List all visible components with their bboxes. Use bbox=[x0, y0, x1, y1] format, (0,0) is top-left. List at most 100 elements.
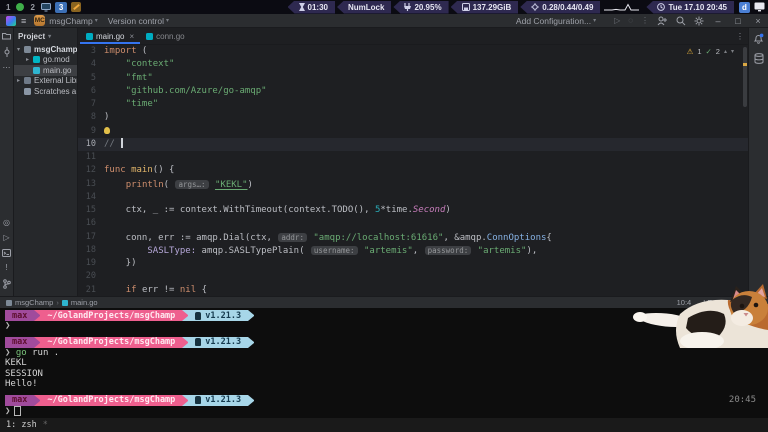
code-line-11[interactable]: 11 bbox=[78, 151, 748, 164]
inspections-widget[interactable]: ⚠1 ✓2 ▴ ▾ bbox=[687, 47, 734, 56]
tree-item-main-go[interactable]: main.go bbox=[14, 65, 77, 76]
line-number: 13 bbox=[78, 178, 104, 191]
terminal-command-line[interactable]: ❯ bbox=[5, 406, 768, 417]
tab-options-icon[interactable]: ⋮ bbox=[736, 32, 744, 41]
prev-issue-icon[interactable]: ▴ bbox=[724, 48, 727, 55]
code-line-14[interactable]: 14 bbox=[78, 191, 748, 204]
breadcrumb-root[interactable]: msgChamp bbox=[15, 298, 53, 307]
tray-display-icon[interactable] bbox=[754, 2, 765, 12]
code-line-6[interactable]: 6 "github.com/Azure/go-amqp" bbox=[78, 85, 748, 98]
code-line-15[interactable]: 15 ctx, _ := context.WithTimeout(context… bbox=[78, 204, 748, 217]
editor-scrollbar[interactable] bbox=[742, 45, 748, 296]
command-args: run . bbox=[27, 348, 60, 358]
more-tools-icon[interactable]: ⋯ bbox=[3, 64, 11, 72]
tray-d-icon[interactable]: d bbox=[739, 2, 750, 13]
scrollbar-thumb[interactable] bbox=[743, 47, 747, 107]
project-selector[interactable]: msgChamp▾ bbox=[49, 16, 97, 26]
goland-logo-icon bbox=[6, 16, 16, 26]
run-button[interactable]: ▷ bbox=[614, 16, 620, 25]
run-config-selector[interactable]: Add Configuration...▾ bbox=[516, 16, 596, 26]
code-with-me-icon[interactable] bbox=[657, 16, 668, 26]
vcs-widget[interactable]: Version control▾ bbox=[108, 16, 169, 26]
command-text: go bbox=[10, 348, 26, 358]
code-line-7[interactable]: 7 "time" bbox=[78, 98, 748, 111]
terminal-output-line: KEKL bbox=[5, 358, 768, 369]
tree-item-external-libr[interactable]: ▸External Libr bbox=[14, 76, 77, 87]
commit-tool-icon[interactable] bbox=[3, 47, 11, 57]
plug-icon bbox=[404, 3, 411, 11]
tab-conn.go[interactable]: conn.go bbox=[140, 28, 190, 44]
close-button[interactable]: × bbox=[752, 16, 764, 26]
clock-icon bbox=[657, 3, 665, 11]
run-tool-icon[interactable]: ▷ bbox=[3, 234, 9, 242]
breadcrumb-file[interactable]: main.go bbox=[71, 298, 98, 307]
debug-button[interactable]: ◌ bbox=[628, 16, 633, 25]
code-editor[interactable]: 3import (4 "context"5 "fmt"6 "github.com… bbox=[78, 45, 748, 296]
line-number: 15 bbox=[78, 204, 104, 217]
code-line-19[interactable]: 19 }) bbox=[78, 257, 748, 270]
code-line-10[interactable]: 10// bbox=[78, 138, 748, 151]
workspace-1[interactable]: 1 bbox=[4, 3, 12, 12]
line-number: 5 bbox=[78, 72, 104, 85]
tmux-window-label[interactable]: 1: zsh bbox=[6, 420, 37, 430]
tree-chevron-icon[interactable]: ▸ bbox=[17, 77, 23, 84]
run-with-coverage-icon[interactable]: ◎ bbox=[3, 219, 10, 227]
gofile-icon bbox=[33, 67, 40, 74]
maximize-button[interactable]: □ bbox=[732, 16, 744, 26]
folder-icon bbox=[6, 300, 12, 306]
code-line-9[interactable]: 9 bbox=[78, 125, 748, 138]
code-line-13[interactable]: 13 println( args…: "KEKL") bbox=[78, 178, 748, 191]
code-line-17[interactable]: 17 conn, err := amqp.Dial(ctx, addr: "am… bbox=[78, 231, 748, 244]
database-tool-icon[interactable] bbox=[754, 53, 764, 64]
terminal-tool-icon[interactable] bbox=[2, 249, 11, 257]
shell-block: max~/GolandProjects/msgChampv1.21.320:45… bbox=[5, 395, 768, 417]
workspace-switcher: 1 2 3 bbox=[0, 2, 81, 13]
more-actions-icon[interactable]: ⋮ bbox=[641, 16, 649, 25]
notifications-bell-icon[interactable] bbox=[753, 33, 764, 44]
terminal-command-line[interactable]: ❯ go run . bbox=[5, 348, 768, 359]
gomod-icon bbox=[33, 56, 40, 63]
code-line-12[interactable]: 12func main() { bbox=[78, 164, 748, 177]
prompt-user-segment: max bbox=[5, 337, 34, 348]
workspace-2[interactable]: 2 bbox=[28, 3, 36, 12]
tree-item-scratches-a[interactable]: Scratches a bbox=[14, 86, 77, 97]
search-icon[interactable] bbox=[676, 16, 686, 26]
chevron-down-icon: ▾ bbox=[48, 33, 51, 40]
check-icon: ✓ bbox=[706, 47, 712, 56]
prompt-user-segment: max bbox=[5, 310, 34, 321]
close-tab-icon[interactable]: × bbox=[129, 32, 134, 41]
warning-stripe-mark[interactable] bbox=[743, 63, 747, 66]
workspace-3[interactable]: 3 bbox=[55, 2, 67, 13]
intention-bulb-icon[interactable] bbox=[104, 127, 110, 134]
code-line-4[interactable]: 4 "context" bbox=[78, 58, 748, 71]
main-menu-icon[interactable]: ≡ bbox=[21, 16, 26, 26]
code-line-18[interactable]: 18 SASLType: amqp.SASLTypePlain( usernam… bbox=[78, 244, 748, 257]
tree-chevron-icon[interactable]: ▾ bbox=[17, 46, 23, 53]
line-number: 19 bbox=[78, 257, 104, 270]
code-line-20[interactable]: 20 bbox=[78, 270, 748, 283]
go-gopher-icon bbox=[195, 396, 201, 404]
workspace2-monitor-icon bbox=[41, 3, 51, 12]
minimize-button[interactable]: – bbox=[712, 16, 724, 26]
chevron-down-icon: ▾ bbox=[166, 17, 169, 24]
code-line-5[interactable]: 5 "fmt" bbox=[78, 72, 748, 85]
project-tool-icon[interactable] bbox=[2, 32, 11, 40]
code-line-16[interactable]: 16 bbox=[78, 217, 748, 230]
code-line-3[interactable]: 3import ( bbox=[78, 45, 748, 58]
cat-image bbox=[628, 284, 768, 348]
next-issue-icon[interactable]: ▾ bbox=[731, 48, 734, 55]
prompt-line: max~/GolandProjects/msgChampv1.21.320:45 bbox=[5, 395, 768, 406]
vcs-branch-icon[interactable] bbox=[3, 279, 11, 289]
problems-tool-icon[interactable]: ! bbox=[5, 264, 7, 272]
prompt-path-segment: ~/GolandProjects/msgChamp bbox=[40, 337, 182, 348]
line-number: 11 bbox=[78, 151, 104, 164]
settings-gear-icon[interactable] bbox=[694, 16, 704, 26]
project-panel-header[interactable]: Project▾ bbox=[14, 28, 77, 44]
tree-chevron-icon[interactable]: ▸ bbox=[26, 56, 32, 63]
go-file-icon bbox=[62, 300, 68, 306]
tmux-statusbar: 1: zsh * bbox=[0, 418, 768, 432]
tab-main.go[interactable]: main.go× bbox=[80, 28, 140, 44]
tree-item-go-mod[interactable]: ▸go.mod bbox=[14, 55, 77, 66]
tree-item-msgchamp[interactable]: ▾msgChamp bbox=[14, 44, 77, 55]
code-line-8[interactable]: 8) bbox=[78, 111, 748, 124]
